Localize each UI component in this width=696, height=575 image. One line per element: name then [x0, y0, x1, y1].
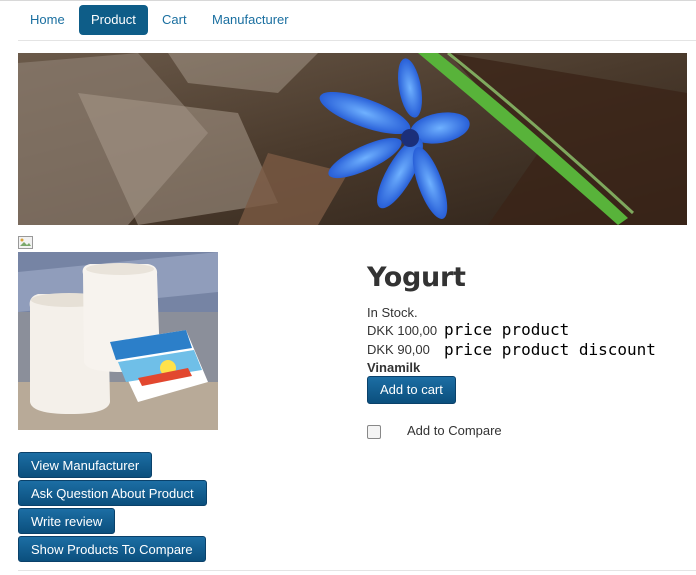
discount-annotation: price product discount — [444, 340, 656, 359]
product-price: DKK 100,00 — [367, 323, 438, 338]
nav-product[interactable]: Product — [79, 5, 148, 35]
nav-home[interactable]: Home — [18, 5, 77, 35]
product-title: Yogurt — [367, 262, 466, 293]
product-image — [18, 252, 218, 430]
product-discount-price: DKK 90,00 — [367, 342, 430, 357]
top-border — [0, 0, 696, 1]
add-to-cart-button[interactable]: Add to cart — [367, 376, 456, 404]
manufacturer-name: Vinamilk — [367, 360, 421, 375]
ask-question-button[interactable]: Ask Question About Product — [18, 480, 207, 506]
broken-image-icon — [18, 236, 34, 250]
view-manufacturer-button[interactable]: View Manufacturer — [18, 452, 153, 478]
show-compare-button[interactable]: Show Products To Compare — [18, 536, 206, 562]
compare-label: Add to Compare — [407, 423, 502, 438]
write-review-button[interactable]: Write review — [18, 508, 116, 534]
hero-banner-image — [18, 53, 687, 225]
bottom-divider — [18, 570, 696, 571]
nav-divider — [18, 40, 696, 41]
price-annotation: price product — [444, 320, 570, 339]
stock-status: In Stock. — [367, 305, 418, 320]
compare-checkbox[interactable] — [367, 425, 381, 439]
nav-cart[interactable]: Cart — [150, 5, 199, 35]
nav-manufacturer[interactable]: Manufacturer — [200, 5, 301, 35]
